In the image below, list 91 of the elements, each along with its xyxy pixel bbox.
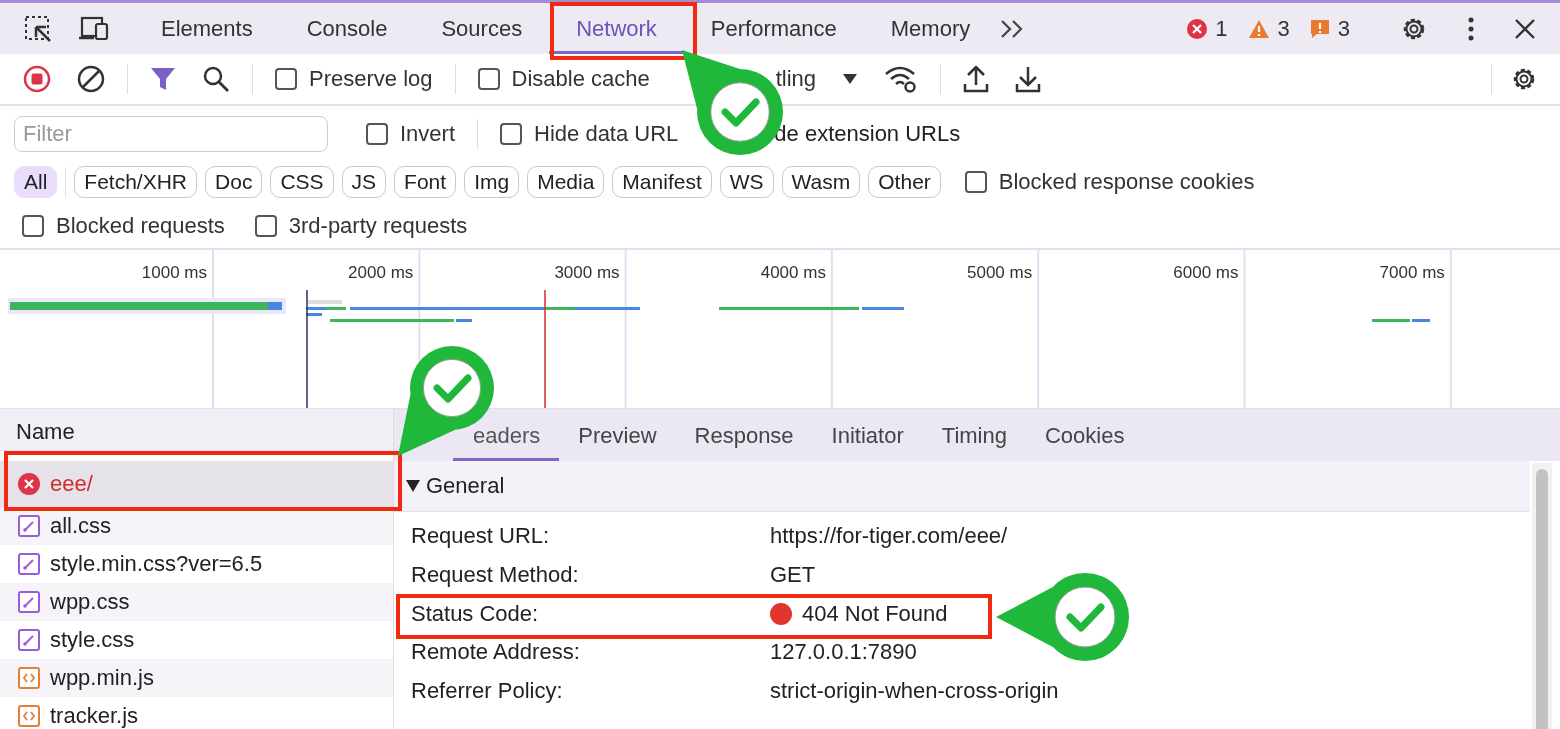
request-row[interactable]: wpp.min.js [0, 659, 393, 697]
checkbox[interactable] [366, 122, 388, 145]
checkbox-label: Disable cache [511, 66, 650, 92]
time-tick-label: 4000 ms [760, 263, 826, 282]
inspect-icon[interactable] [24, 14, 52, 43]
counter-count: 3 [1337, 15, 1350, 42]
field-value: GET [770, 560, 816, 589]
type-filter-chip[interactable]: JS [341, 166, 387, 198]
detail-tab[interactable]: Response [675, 409, 813, 461]
field-label: Request Method: [411, 560, 580, 589]
filter-icon[interactable] [150, 66, 176, 92]
request-row[interactable]: eee/ [0, 461, 393, 507]
filter-field[interactable]: Filter [14, 115, 328, 152]
panel-tab[interactable]: Memory [863, 3, 998, 54]
panel-tab[interactable]: Console [279, 3, 415, 54]
type-filter-chip[interactable]: CSS [270, 166, 334, 198]
stylesheet-file-icon [18, 553, 40, 575]
script-file-icon [18, 705, 40, 727]
type-filter-chip[interactable]: Doc [205, 166, 263, 198]
counter-count: 1 [1215, 15, 1228, 42]
warning-icon [1247, 18, 1270, 39]
network-conditions-icon[interactable] [884, 65, 919, 93]
time-tick-label: 2000 ms [348, 263, 414, 282]
checkbox[interactable] [477, 68, 500, 90]
type-filter-chip[interactable]: Media [527, 166, 605, 198]
checkbox-label: Hide data URL [534, 120, 679, 147]
time-tick-label: 1000 ms [141, 263, 207, 282]
detail-tab[interactable]: Initiator [812, 409, 923, 461]
download-icon[interactable] [1015, 65, 1042, 93]
detail-tab[interactable]: Timing [922, 409, 1026, 461]
request-row[interactable]: all.css [0, 507, 393, 545]
time-tick-label: 3000 ms [554, 263, 620, 282]
checkbox-label: Blocked response cookies [998, 169, 1255, 195]
checkbox[interactable] [275, 68, 297, 90]
checkbox[interactable] [500, 122, 523, 145]
field-label: Remote Address: [411, 638, 581, 667]
field-value: strict-origin-when-cross-origin [770, 677, 1059, 706]
column-header[interactable]: Name [0, 409, 393, 451]
stylesheet-file-icon [18, 629, 40, 651]
time-tick-label: 5000 ms [967, 263, 1033, 282]
scrollbar[interactable] [1532, 463, 1552, 729]
error-icon [18, 473, 40, 495]
checkbox-label: 3rd-party requests [288, 212, 468, 239]
panel-tab[interactable]: Network [549, 3, 684, 54]
type-filter-chip[interactable]: Manifest [612, 166, 712, 198]
field-value: 127.0.0.1:7890 [770, 638, 917, 667]
field-value: https://for-tiger.com/eee/ [770, 522, 1008, 550]
panel-tab[interactable]: Elements [134, 3, 280, 54]
script-file-icon [18, 667, 40, 689]
checkbox-label: Invert [400, 120, 456, 147]
type-filter-chip[interactable]: Other [868, 166, 941, 198]
counter-count: 3 [1277, 15, 1290, 42]
clear-icon[interactable] [77, 65, 105, 93]
time-tick-label: 6000 ms [1173, 263, 1239, 282]
record-icon[interactable] [23, 65, 51, 93]
detail-tab[interactable]: Preview [559, 409, 676, 461]
device-toolbar-icon[interactable] [78, 15, 110, 42]
checkbox[interactable] [254, 214, 277, 237]
time-tick-label: 7000 ms [1379, 263, 1445, 282]
type-filter-chip[interactable]: All [14, 166, 58, 198]
checkbox-label: Blocked requests [56, 212, 225, 239]
stylesheet-file-icon [18, 591, 40, 613]
close-icon[interactable] [1514, 17, 1536, 40]
section-header[interactable]: General [394, 461, 1530, 512]
triangle-icon [406, 480, 420, 492]
panel-tab[interactable]: Sources [414, 3, 550, 54]
stylesheet-file-icon [18, 515, 40, 537]
checkbox[interactable] [964, 171, 987, 193]
caret-icon [842, 73, 859, 85]
field-label: Request URL: [411, 522, 551, 550]
checkbox-label: Preserve log [309, 66, 433, 92]
section-title: General [426, 473, 505, 499]
error-icon [1187, 18, 1208, 39]
type-filter-chip[interactable]: Img [464, 166, 520, 198]
throttling-dropdown[interactable]: tling [775, 66, 859, 92]
type-filter-chip[interactable]: Font [394, 166, 457, 198]
check-marker-icon [996, 573, 1129, 661]
field-label: Referrer Policy: [411, 677, 564, 706]
type-filter-chip[interactable]: Fetch/XHR [74, 166, 198, 198]
field-value: 404 Not Found [802, 599, 948, 628]
search-icon[interactable] [202, 65, 230, 93]
issue-icon [1309, 18, 1330, 39]
request-row[interactable]: wpp.css [0, 583, 393, 621]
detail-tab[interactable]: Cookies [1025, 409, 1144, 461]
type-filter-chip[interactable]: WS [719, 166, 774, 198]
upload-icon[interactable] [963, 65, 990, 93]
type-filter-chip[interactable]: Wasm [781, 166, 861, 198]
field-label: Status Code: [411, 599, 540, 628]
more-options-icon[interactable] [1468, 16, 1474, 41]
panel-tab[interactable]: Performance [683, 3, 864, 54]
checkbox[interactable] [22, 214, 44, 237]
